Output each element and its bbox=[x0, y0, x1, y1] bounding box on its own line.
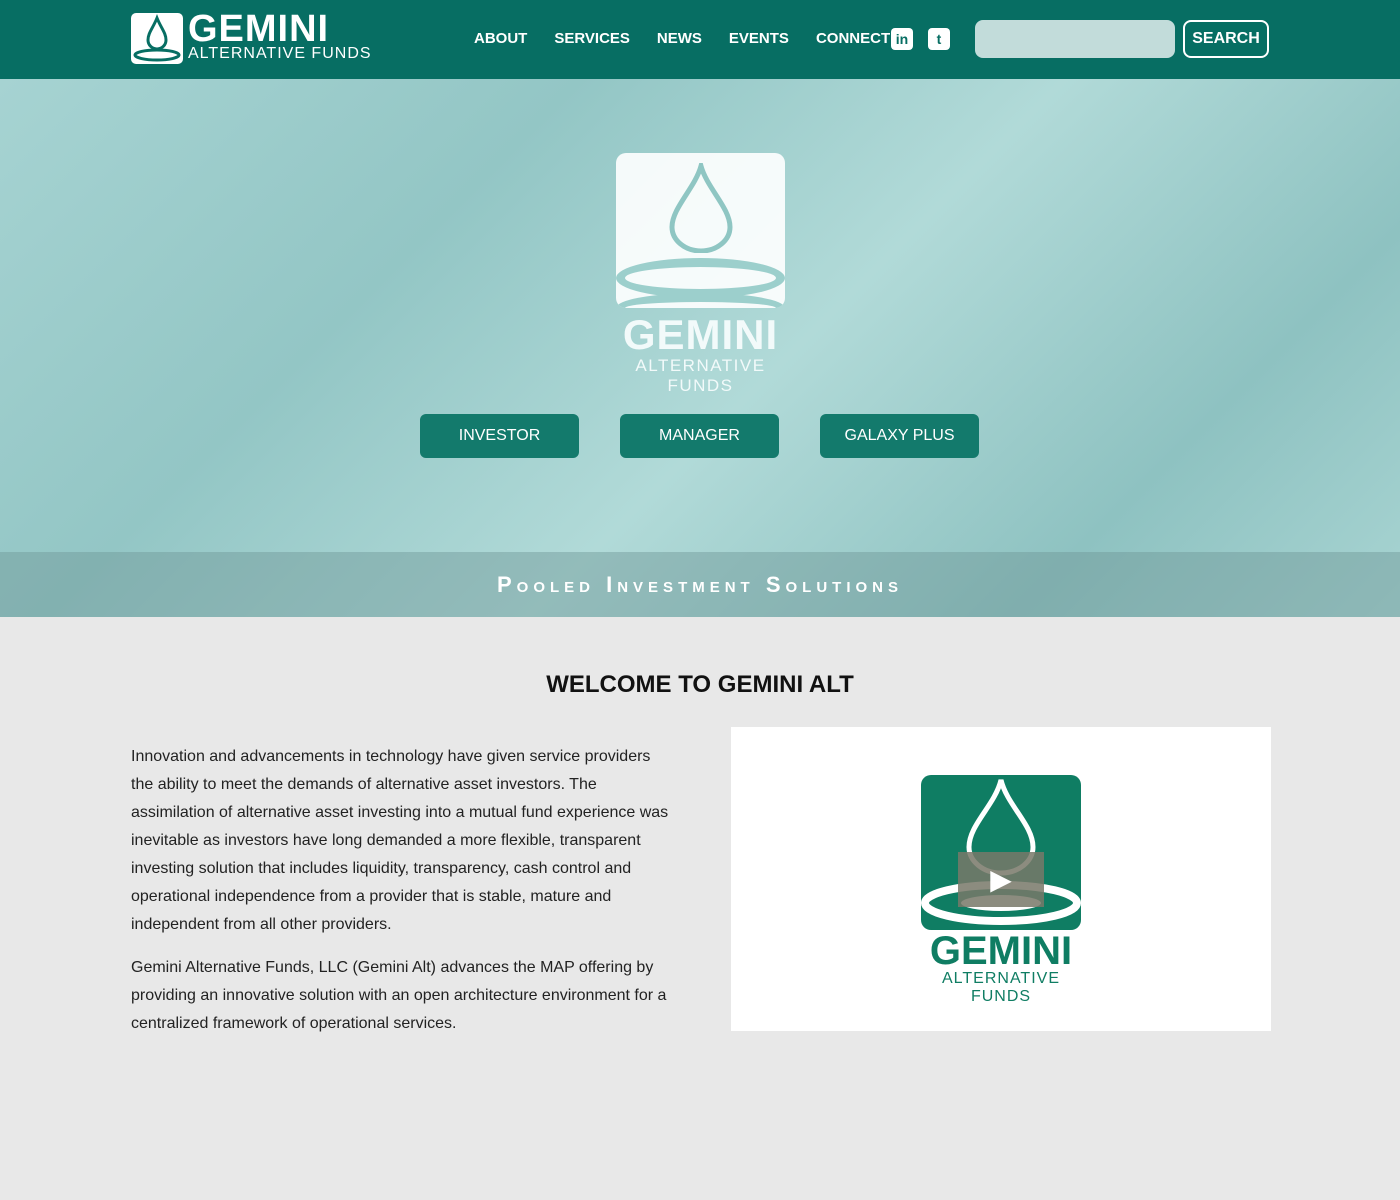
page-title: WELCOME TO GEMINI ALT bbox=[546, 671, 854, 698]
twitter-icon[interactable]: t bbox=[928, 28, 950, 50]
site-logo[interactable]: GEMINI ALTERNATIVE FUNDS bbox=[131, 8, 372, 64]
nav-events[interactable]: EVENTS bbox=[729, 30, 789, 47]
galaxy-plus-button[interactable]: GALAXY PLUS bbox=[820, 414, 979, 458]
play-icon[interactable]: ▶ bbox=[958, 852, 1044, 907]
main-nav: ABOUT SERVICES NEWS EVENTS CONNECT bbox=[474, 30, 890, 47]
nav-connect[interactable]: CONNECT bbox=[816, 30, 890, 47]
search-button[interactable]: SEARCH bbox=[1183, 20, 1269, 58]
hero-banner: GEMINI ALTERNATIVE FUNDS INVESTOR MANAGE… bbox=[0, 79, 1400, 617]
video-logo-title: GEMINI bbox=[929, 929, 1073, 973]
logo-subtitle: ALTERNATIVE FUNDS bbox=[188, 45, 372, 62]
nav-news[interactable]: NEWS bbox=[657, 30, 702, 47]
social-links: in t bbox=[891, 28, 950, 50]
hero-logo: GEMINI ALTERNATIVE FUNDS bbox=[616, 153, 785, 396]
video-logo-subtitle: ALTERNATIVE FUNDS bbox=[942, 970, 1060, 1005]
logo-title: GEMINI bbox=[188, 8, 330, 50]
nav-about[interactable]: ABOUT bbox=[474, 30, 527, 47]
hero-logo-title: GEMINI bbox=[622, 311, 779, 358]
nav-services[interactable]: SERVICES bbox=[554, 30, 630, 47]
linkedin-icon[interactable]: in bbox=[891, 28, 913, 50]
manager-button[interactable]: MANAGER bbox=[620, 414, 779, 458]
drop-logo-icon bbox=[131, 13, 183, 64]
site-header: GEMINI ALTERNATIVE FUNDS ABOUT SERVICES … bbox=[0, 0, 1400, 79]
drop-logo-icon bbox=[616, 153, 785, 308]
intro-paragraph: Innovation and advancements in technolog… bbox=[131, 748, 669, 933]
video-player[interactable]: GEMINI ALTERNATIVE FUNDS ▶ bbox=[731, 727, 1271, 1031]
investor-button[interactable]: INVESTOR bbox=[420, 414, 579, 458]
intro-paragraph: Gemini Alternative Funds, LLC (Gemini Al… bbox=[131, 959, 667, 1032]
tagline: Pooled Investment Solutions bbox=[0, 552, 1400, 617]
intro-text: Innovation and advancements in technolog… bbox=[131, 743, 671, 1053]
hero-logo-subtitle: ALTERNATIVE FUNDS bbox=[635, 356, 766, 395]
search-input[interactable] bbox=[975, 20, 1175, 58]
